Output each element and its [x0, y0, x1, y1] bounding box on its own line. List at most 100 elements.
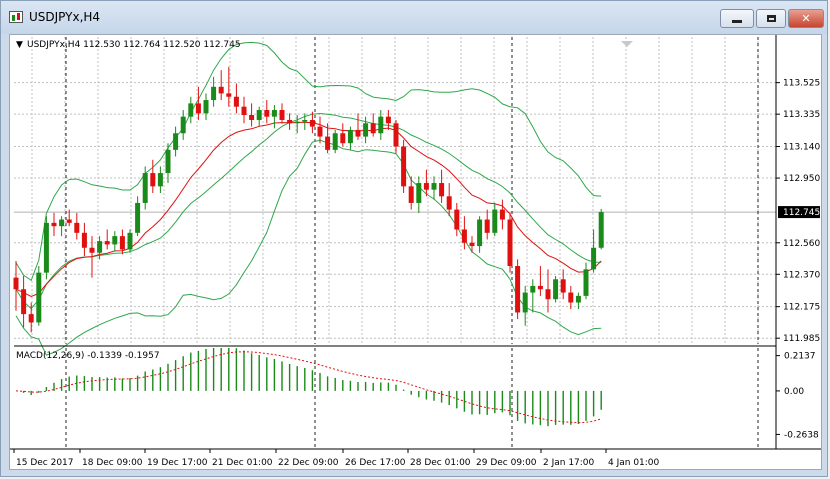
candle-body	[553, 279, 559, 300]
candle-body	[317, 126, 323, 137]
close-icon: ✕	[801, 12, 811, 25]
macd-tick-label: -0.2638	[784, 430, 819, 440]
candle-body	[112, 236, 118, 245]
candle-body	[370, 123, 376, 134]
candle-body	[385, 116, 391, 124]
candle-body	[165, 149, 171, 174]
time-tick-label: 18 Dec 09:00	[82, 458, 143, 468]
time-tick-label: 26 Dec 17:00	[345, 458, 406, 468]
candle-body	[469, 242, 475, 247]
candle-body	[575, 295, 581, 303]
candle-body	[591, 247, 597, 270]
candle-body	[507, 219, 513, 267]
candle-body	[226, 93, 232, 97]
candle-body	[446, 196, 452, 210]
candle-body	[195, 103, 201, 114]
candle-body	[218, 86, 224, 94]
labels: 113.525 113.335 113.140 112.950 112.560 112.3…	[16, 40, 820, 468]
candle-body	[203, 100, 209, 114]
candle-body	[127, 232, 133, 250]
candle-body	[477, 219, 483, 247]
macd-signal-line	[15, 351, 602, 424]
time-tick-label: 2 Jan 17:00	[543, 458, 595, 468]
macd-tick-label: 0.00	[784, 387, 804, 397]
candle-body	[439, 183, 445, 197]
candle-body	[515, 266, 521, 313]
candle-body	[522, 292, 528, 313]
candle-body	[454, 209, 460, 230]
price-tick-label: 111.985	[783, 334, 820, 344]
current-price-label: 112.745	[783, 208, 820, 218]
bollinger-bands	[15, 41, 602, 356]
price-tick-label: 113.525	[783, 79, 820, 89]
lower-band	[15, 139, 602, 356]
chart-window: USDJPYx,H4 ✕ 113.525 113.335 113.140 112.95…	[0, 0, 828, 477]
candle-body	[249, 114, 255, 120]
candle-body	[66, 219, 72, 223]
candle-body	[74, 222, 80, 233]
candle-body	[21, 289, 27, 315]
candle-body	[416, 183, 422, 203]
minimize-button[interactable]	[720, 9, 754, 28]
price-tick-label: 112.370	[783, 270, 820, 280]
window-title: USDJPYx,H4	[29, 10, 101, 24]
time-tick-label: 15 Dec 2017	[16, 458, 74, 468]
candle-body	[423, 183, 429, 190]
candle-body	[325, 136, 331, 150]
candle-body	[256, 110, 262, 120]
candle-body	[355, 129, 361, 137]
chart-canvas[interactable]: 113.525 113.335 113.140 112.950 112.560 112.3…	[10, 35, 821, 469]
title-bar[interactable]: USDJPYx,H4 ✕	[1, 1, 827, 34]
candle-body	[279, 110, 285, 120]
restore-button[interactable]	[756, 9, 786, 28]
time-tick-label: 19 Dec 17:00	[147, 458, 208, 468]
candle-body	[393, 123, 399, 147]
candle-body	[81, 232, 87, 248]
candle-body	[142, 173, 148, 203]
candle-body	[241, 106, 247, 115]
candle-body	[332, 133, 338, 150]
close-button[interactable]: ✕	[788, 9, 824, 28]
candle-body	[119, 236, 125, 250]
candle-body	[378, 116, 384, 134]
candle-body	[484, 219, 490, 233]
candle-body	[135, 202, 141, 233]
candle-body	[264, 110, 270, 117]
candle-body	[302, 119, 308, 122]
candle-body	[530, 285, 536, 293]
candle-body	[180, 116, 186, 134]
candle-body	[13, 277, 19, 290]
time-tick-label: 22 Dec 09:00	[278, 458, 339, 468]
candle-body	[347, 129, 353, 144]
minimize-icon	[732, 20, 742, 23]
candle-body	[211, 86, 217, 101]
chart-app-icon	[9, 11, 23, 23]
macd-tick-label: 0.2137	[784, 352, 816, 362]
candle-body	[150, 173, 156, 187]
time-tick-label: 4 Jan 01:00	[608, 458, 660, 468]
chart-area[interactable]: 113.525 113.335 113.140 112.950 112.560 112.3…	[9, 34, 822, 470]
candle-body	[340, 133, 346, 144]
candle-body	[461, 229, 467, 243]
candle-body	[28, 314, 34, 323]
candle-body	[89, 247, 95, 253]
candle-body	[560, 279, 566, 293]
candle-body	[363, 123, 369, 137]
candle-body	[499, 209, 505, 220]
candle-body	[271, 110, 277, 117]
time-tick-label: 21 Dec 01:00	[212, 458, 273, 468]
candle-body	[294, 121, 300, 124]
candle-body	[492, 209, 498, 233]
price-tick-label: 113.140	[783, 143, 820, 153]
upper-band	[15, 41, 602, 282]
candle-body	[188, 103, 194, 117]
chart-menu-arrow-icon: ▼	[16, 40, 23, 50]
candle-body	[401, 146, 407, 187]
candle-body	[545, 289, 551, 300]
candle-body	[309, 119, 315, 127]
candle-body	[173, 133, 179, 150]
candle-body	[36, 272, 42, 323]
time-tick-label: 29 Dec 09:00	[476, 458, 537, 468]
candle-body	[97, 241, 103, 253]
candle-body	[104, 241, 110, 245]
